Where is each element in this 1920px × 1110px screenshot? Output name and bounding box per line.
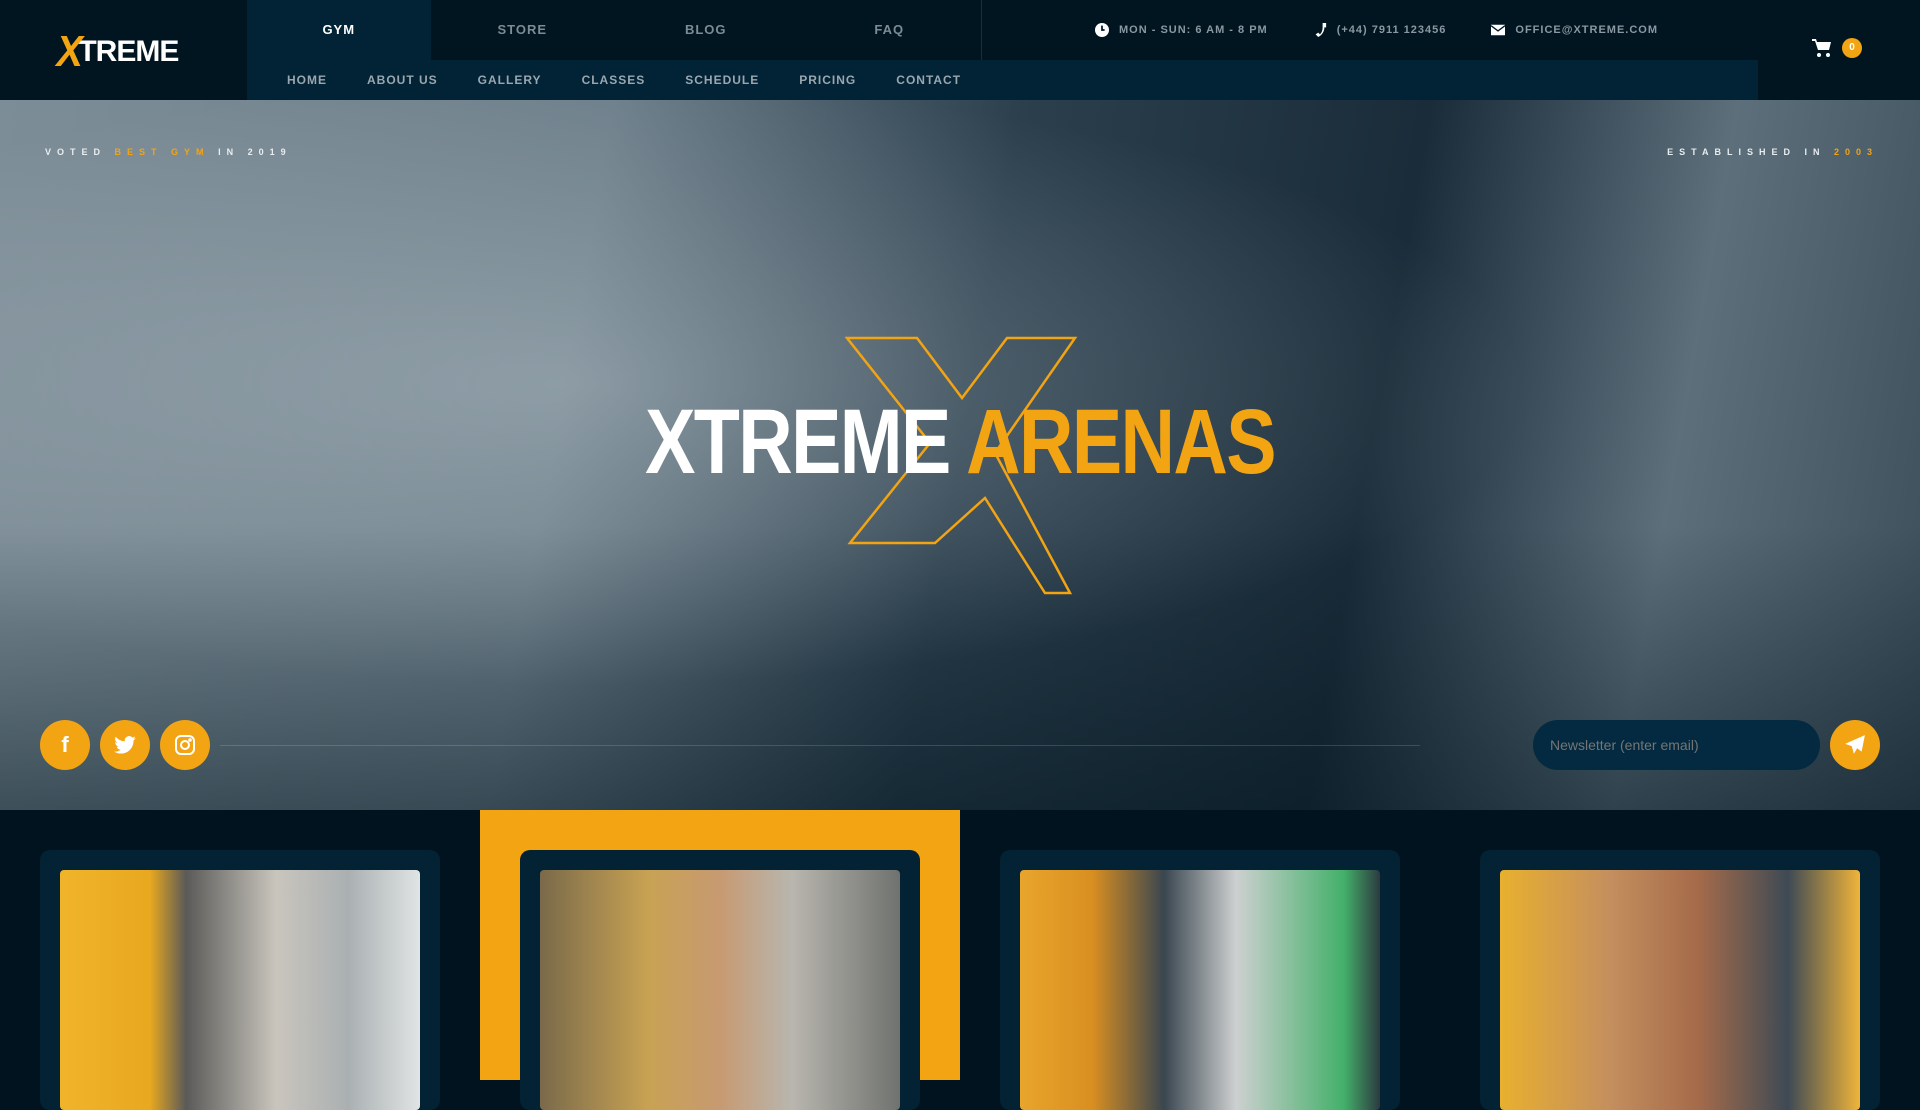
tab-store[interactable]: STORE xyxy=(431,0,615,60)
phone-info: (+44) 7911 123456 xyxy=(1313,23,1447,37)
tab-blog[interactable]: BLOG xyxy=(614,0,798,60)
main-nav: HOME ABOUT US GALLERY CLASSES SCHEDULE P… xyxy=(247,60,1758,100)
established-text: ESTABLISHED IN 2003 xyxy=(1667,147,1878,157)
nav-pricing[interactable]: PRICING xyxy=(799,60,856,100)
class-card[interactable] xyxy=(1480,850,1880,1110)
class-image xyxy=(1500,870,1860,1110)
hours-text: MON - SUN: 6 AM - 8 PM xyxy=(1119,24,1268,36)
site-header: X TREME GYM STORE BLOG FAQ HOME ABOUT US… xyxy=(0,0,1920,100)
instagram-icon[interactable] xyxy=(160,720,210,770)
phone-icon xyxy=(1315,23,1326,37)
tab-faq[interactable]: FAQ xyxy=(798,0,982,60)
logo-x: X xyxy=(56,27,83,76)
nav-home[interactable]: HOME xyxy=(287,60,327,100)
class-card[interactable] xyxy=(1000,850,1400,1110)
divider-line xyxy=(220,745,1420,746)
tab-gym[interactable]: GYM xyxy=(247,0,431,60)
paper-plane-icon xyxy=(1845,735,1865,754)
email-text[interactable]: OFFICE@XTREME.COM xyxy=(1515,24,1658,36)
voted-best-gym-text: VOTED BEST GYM IN 2019 xyxy=(45,147,292,157)
cart-button[interactable]: 0 xyxy=(1812,38,1862,58)
class-image xyxy=(1020,870,1380,1110)
email-info: OFFICE@XTREME.COM xyxy=(1491,23,1658,37)
newsletter-submit-button[interactable] xyxy=(1830,720,1880,770)
hero-title: XTREME ARENAS xyxy=(645,391,1276,493)
twitter-icon[interactable] xyxy=(100,720,150,770)
hero-banner: VOTED BEST GYM IN 2019 ESTABLISHED IN 20… xyxy=(0,100,1920,810)
hours-info: MON - SUN: 6 AM - 8 PM xyxy=(1095,23,1268,37)
nav-schedule[interactable]: SCHEDULE xyxy=(685,60,759,100)
class-card[interactable] xyxy=(40,850,440,1110)
nav-about-us[interactable]: ABOUT US xyxy=(367,60,438,100)
contact-info: MON - SUN: 6 AM - 8 PM (+44) 7911 123456… xyxy=(1095,0,1658,60)
envelope-icon xyxy=(1491,24,1506,36)
nav-gallery[interactable]: GALLERY xyxy=(478,60,542,100)
cart-icon xyxy=(1812,39,1831,57)
logo[interactable]: X TREME xyxy=(55,27,195,76)
cart-count-badge: 0 xyxy=(1842,38,1862,58)
class-image xyxy=(60,870,420,1110)
newsletter-email-input[interactable] xyxy=(1533,720,1820,770)
nav-contact[interactable]: CONTACT xyxy=(896,60,961,100)
social-links: f xyxy=(40,720,210,770)
clock-icon xyxy=(1095,23,1109,37)
phone-text[interactable]: (+44) 7911 123456 xyxy=(1337,24,1447,36)
facebook-icon[interactable]: f xyxy=(40,720,90,770)
logo-text: TREME xyxy=(78,35,179,68)
class-image xyxy=(540,870,900,1110)
nav-classes[interactable]: CLASSES xyxy=(582,60,646,100)
class-card[interactable] xyxy=(520,850,920,1110)
top-nav: GYM STORE BLOG FAQ xyxy=(247,0,982,60)
